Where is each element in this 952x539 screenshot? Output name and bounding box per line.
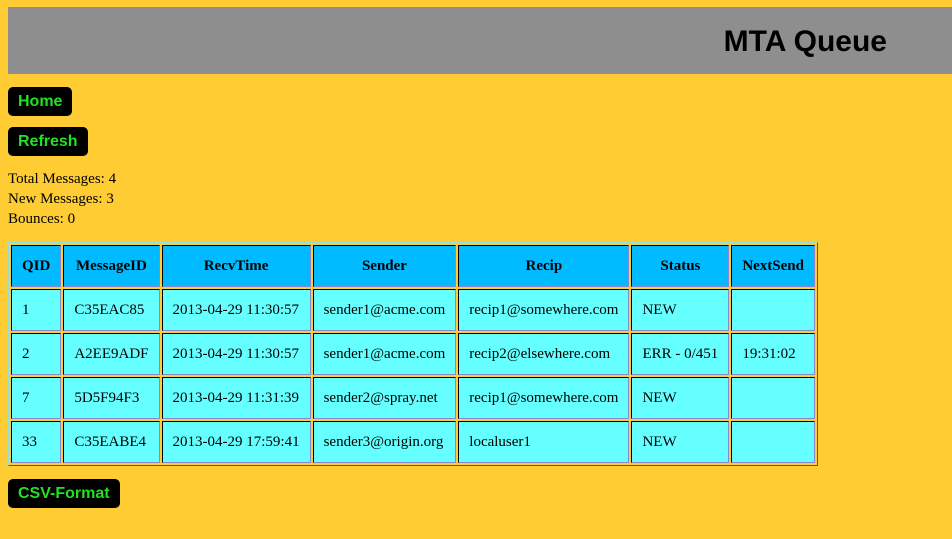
home-button[interactable]: Home [8,87,73,116]
table-header-row: QID MessageID RecvTime Sender Recip Stat… [11,245,815,287]
cell-status: NEW [631,377,730,419]
column-header-messageid: MessageID [63,245,160,287]
cell-messageid: C35EAC85 [63,289,160,331]
column-header-recip: Recip [458,245,630,287]
cell-messageid: C35EABE4 [63,421,160,463]
cell-recvtime: 2013-04-29 11:30:57 [161,289,311,331]
cell-sender: sender1@acme.com [312,333,457,375]
cell-sender: sender1@acme.com [312,289,457,331]
cell-status: ERR - 0/451 [631,333,730,375]
cell-recip: recip2@elsewhere.com [458,333,630,375]
cell-recip: recip1@somewhere.com [458,289,630,331]
column-header-sender: Sender [312,245,457,287]
cell-recip: localuser1 [458,421,630,463]
cell-nextsend [731,289,815,331]
cell-qid: 1 [11,289,62,331]
cell-status: NEW [631,421,730,463]
total-messages: Total Messages: 4 [8,171,117,187]
column-header-status: Status [631,245,730,287]
cell-recvtime: 2013-04-29 11:31:39 [161,377,311,419]
column-header-nextsend: NextSend [731,245,815,287]
page-header: MTA Queue [8,7,952,74]
column-header-recvtime: RecvTime [161,245,311,287]
table-row: 2 A2EE9ADF 2013-04-29 11:30:57 sender1@a… [11,333,815,375]
cell-nextsend: 19:31:02 [731,333,815,375]
column-header-qid: QID [11,245,62,287]
queue-stats: Total Messages: 4 New Messages: 3 Bounce… [8,169,116,229]
cell-qid: 33 [11,421,62,463]
cell-status: NEW [631,289,730,331]
cell-recip: recip1@somewhere.com [458,377,630,419]
cell-recvtime: 2013-04-29 17:59:41 [161,421,311,463]
cell-nextsend [731,377,815,419]
table-row: 33 C35EABE4 2013-04-29 17:59:41 sender3@… [11,421,815,463]
page-title: MTA Queue [723,25,887,58]
table-row: 7 5D5F94F3 2013-04-29 11:31:39 sender2@s… [11,377,815,419]
cell-sender: sender3@origin.org [312,421,457,463]
refresh-button[interactable]: Refresh [8,127,88,156]
cell-qid: 2 [11,333,62,375]
cell-messageid: A2EE9ADF [63,333,160,375]
bounces: Bounces: 0 [8,211,76,227]
new-messages: New Messages: 3 [8,191,114,207]
table-row: 1 C35EAC85 2013-04-29 11:30:57 sender1@a… [11,289,815,331]
queue-table: QID MessageID RecvTime Sender Recip Stat… [8,242,818,466]
csv-format-button[interactable]: CSV-Format [8,479,120,508]
cell-messageid: 5D5F94F3 [63,377,160,419]
cell-recvtime: 2013-04-29 11:30:57 [161,333,311,375]
cell-qid: 7 [11,377,62,419]
cell-nextsend [731,421,815,463]
cell-sender: sender2@spray.net [312,377,457,419]
